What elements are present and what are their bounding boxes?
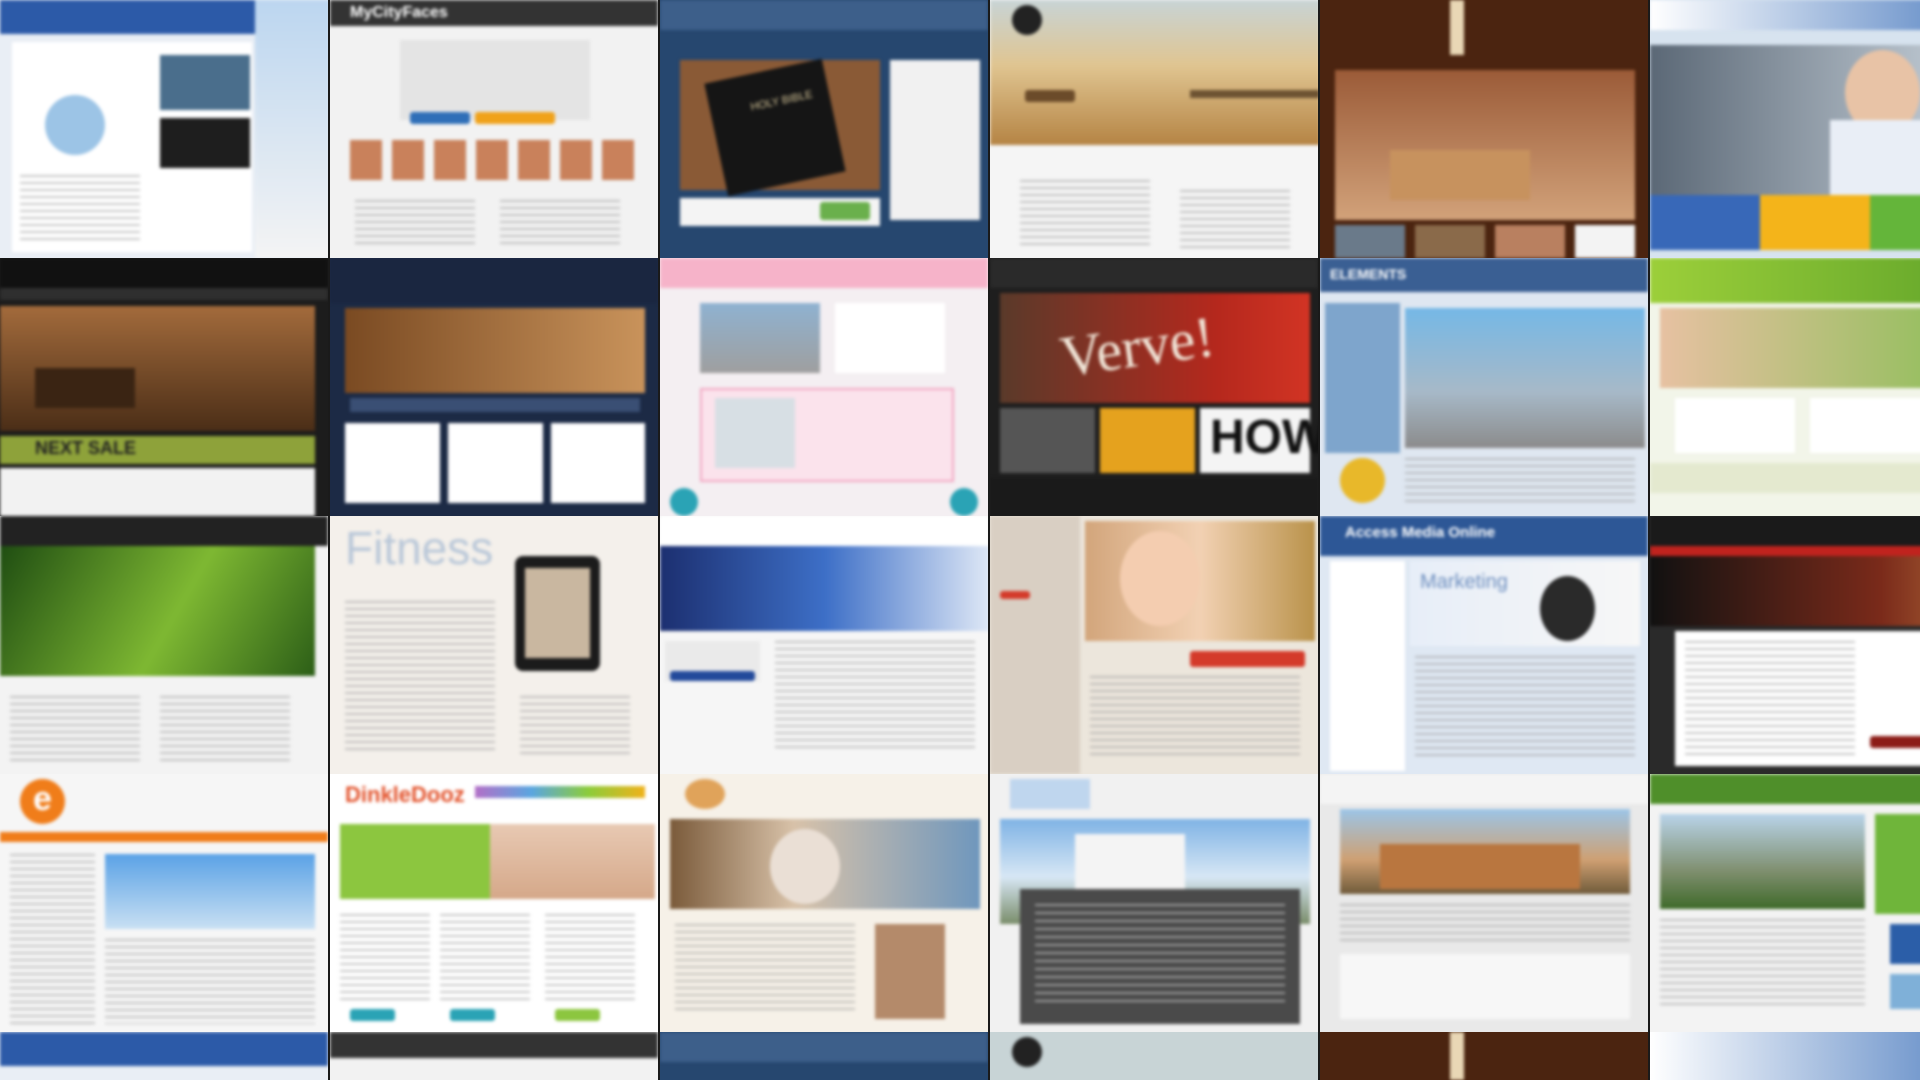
site-orange-e-tile[interactable]: e: [0, 774, 330, 1032]
collage-row-3: Fitness Access Media Online Marketing: [0, 516, 1920, 774]
site-bible-tile[interactable]: HOLY BIBLE: [660, 0, 990, 258]
site-the-group-tile[interactable]: [660, 516, 990, 774]
site-business-woman-tile[interactable]: [1650, 0, 1920, 258]
site-green-town-tile[interactable]: [1650, 774, 1920, 1032]
site-kids-tile[interactable]: [1650, 258, 1920, 516]
verve-how-text: HOW: [1210, 411, 1320, 464]
site-law-firm-tile[interactable]: [1650, 516, 1920, 774]
mycityfaces-logo: MyCityFaces: [350, 4, 448, 21]
site-mycityfaces-tile[interactable]: MyCityFaces: [330, 0, 660, 258]
site-elements-tile[interactable]: ELEMENTS: [1320, 258, 1650, 516]
site-law-gavel-tile[interactable]: [330, 258, 660, 516]
site-child-tile[interactable]: [990, 516, 1320, 774]
collage-row-4: e DinkleDooz: [0, 774, 1920, 1032]
collage-row-1: MyCityFaces HOLY BIBLE: [0, 0, 1920, 258]
site-access-media-tile[interactable]: Access Media Online Marketing: [1320, 516, 1650, 774]
site-mycityfaces-repeat-tile[interactable]: [330, 1032, 660, 1080]
website-collage: MyCityFaces HOLY BIBLE NEXT SALE Verve! …: [0, 0, 1920, 1080]
site-bridge-repeat-tile[interactable]: [990, 1032, 1320, 1080]
site-bible-repeat-tile[interactable]: [660, 1032, 990, 1080]
fitness-title: Fitness: [345, 522, 494, 574]
site-dinkledooz-tile[interactable]: DinkleDooz: [330, 774, 660, 1032]
access-media-marketing: Marketing: [1420, 571, 1508, 593]
site-business-woman-repeat-tile[interactable]: [1650, 1032, 1920, 1080]
site-medical-tile[interactable]: [660, 774, 990, 1032]
site-estate-sales-tile[interactable]: NEXT SALE: [0, 258, 330, 516]
site-resort-tile[interactable]: [1320, 0, 1650, 258]
elements-logo: ELEMENTS: [1330, 266, 1407, 282]
dinkledooz-logo: DinkleDooz: [345, 782, 465, 807]
site-capital-tile[interactable]: [990, 774, 1320, 1032]
site-fitness-tile[interactable]: Fitness: [330, 516, 660, 774]
site-counseling-repeat-tile[interactable]: [0, 1032, 330, 1080]
collage-row-5-partial: [0, 1032, 1920, 1080]
site-fitness-pink-tile[interactable]: [660, 258, 990, 516]
site-resort-repeat-tile[interactable]: [1320, 1032, 1650, 1080]
estate-sales-banner: NEXT SALE: [35, 438, 137, 458]
site-counseling-tile[interactable]: [0, 0, 330, 258]
orange-e-logo: e: [33, 780, 52, 818]
site-bridge-tile[interactable]: [990, 0, 1320, 258]
site-verve-tile[interactable]: Verve! HOW: [990, 258, 1320, 516]
access-media-logo: Access Media Online: [1345, 524, 1496, 541]
collage-row-2: NEXT SALE Verve! HOW ELEMENTS: [0, 258, 1920, 516]
site-building-tile[interactable]: [1320, 774, 1650, 1032]
site-growing-tile[interactable]: [0, 516, 330, 774]
